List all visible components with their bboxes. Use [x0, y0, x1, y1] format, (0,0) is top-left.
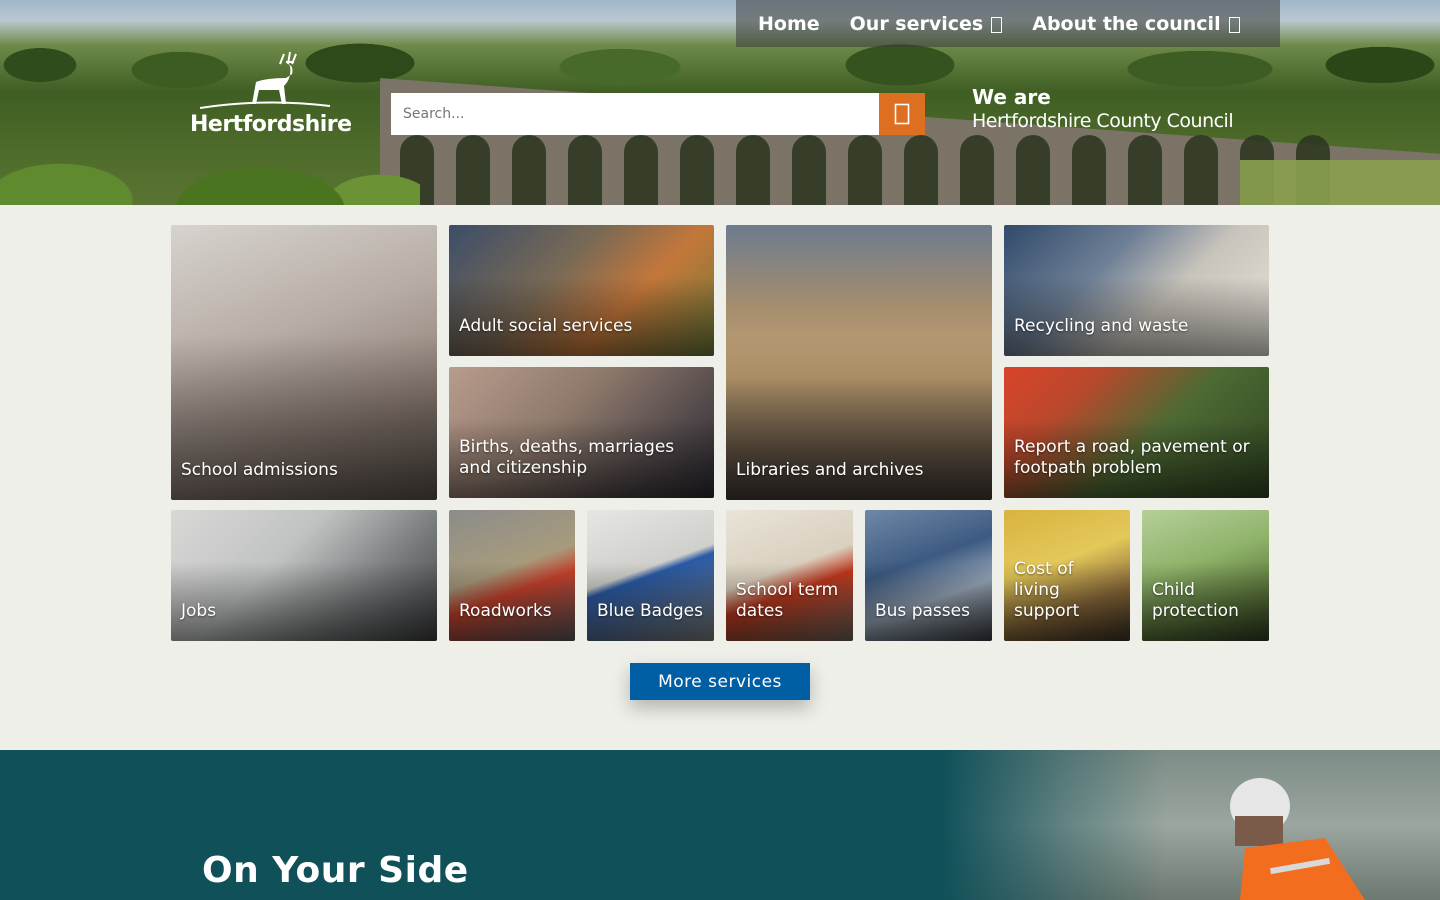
tile-label: School admissions: [181, 460, 338, 480]
tile-libraries-archives[interactable]: Libraries and archives: [726, 225, 992, 500]
top-navigation: Home Our services About the council: [736, 0, 1280, 47]
tile-school-term-dates[interactable]: School term dates: [726, 510, 853, 641]
band-heading: On Your Side: [202, 850, 469, 891]
nav-about-council[interactable]: About the council: [1032, 12, 1240, 35]
tile-label: Adult social services: [459, 316, 633, 336]
search-input[interactable]: [391, 93, 879, 135]
tile-label: Cost of living support: [1014, 559, 1080, 621]
tile-jobs[interactable]: Jobs: [171, 510, 437, 641]
tile-cost-of-living[interactable]: Cost of living support: [1004, 510, 1130, 641]
search-button[interactable]: [879, 93, 925, 135]
tagline-council-name: Hertfordshire County Council: [972, 110, 1234, 132]
chevron-down-icon: [1228, 16, 1240, 33]
stag-logo-icon: [199, 51, 331, 109]
nav-our-services[interactable]: Our services: [850, 13, 1003, 35]
tile-adult-social-services[interactable]: Adult social services: [449, 225, 714, 356]
tile-label: School term dates: [736, 580, 839, 621]
nav-home-label: Home: [758, 12, 820, 35]
hero-field: [1240, 160, 1440, 205]
nav-home[interactable]: Home: [758, 13, 820, 35]
tile-label: Libraries and archives: [736, 460, 924, 480]
tile-births-deaths-marriages[interactable]: Births, deaths, marriages and citizenshi…: [449, 367, 714, 498]
tile-child-protection[interactable]: Child protection: [1142, 510, 1269, 641]
tile-recycling-waste[interactable]: Recycling and waste: [1004, 225, 1269, 356]
tile-school-admissions[interactable]: School admissions: [171, 225, 437, 500]
tile-label: Roadworks: [459, 601, 552, 621]
band-photo: [940, 750, 1440, 900]
service-tiles: School admissions Adult social services …: [171, 225, 1269, 641]
tile-report-road-problem[interactable]: Report a road, pavement or footpath prob…: [1004, 367, 1269, 498]
tile-label: Blue Badges: [597, 601, 704, 621]
more-services-button[interactable]: More services: [630, 663, 810, 700]
tile-label: Jobs: [181, 601, 217, 621]
tile-label: Births, deaths, marriages and citizenshi…: [459, 437, 675, 478]
site-logo[interactable]: Hertfordshire: [190, 50, 352, 140]
on-your-side-band: On Your Side: [0, 750, 1440, 900]
tile-label: Report a road, pavement or footpath prob…: [1014, 437, 1250, 478]
tile-label: Child protection: [1152, 580, 1239, 621]
tile-blue-badges[interactable]: Blue Badges: [587, 510, 714, 641]
council-tagline: We are Hertfordshire County Council: [972, 85, 1234, 134]
search-icon: [894, 103, 910, 125]
nav-our-services-label: Our services: [849, 12, 984, 35]
tagline-we-are: We are: [972, 85, 1051, 109]
logo-text: Hertfordshire: [190, 112, 352, 137]
worker-image: [1230, 778, 1365, 900]
hero-banner: Hertfordshire We are Hertfordshire Count…: [0, 0, 1440, 205]
chevron-down-icon: [991, 16, 1003, 33]
tile-roadworks[interactable]: Roadworks: [449, 510, 575, 641]
tile-label: Recycling and waste: [1014, 316, 1189, 336]
nav-about-council-label: About the council: [1032, 12, 1221, 35]
tile-label: Bus passes: [875, 601, 970, 621]
search-form: [391, 93, 925, 135]
more-services-wrap: More services: [630, 663, 810, 700]
tile-bus-passes[interactable]: Bus passes: [865, 510, 992, 641]
